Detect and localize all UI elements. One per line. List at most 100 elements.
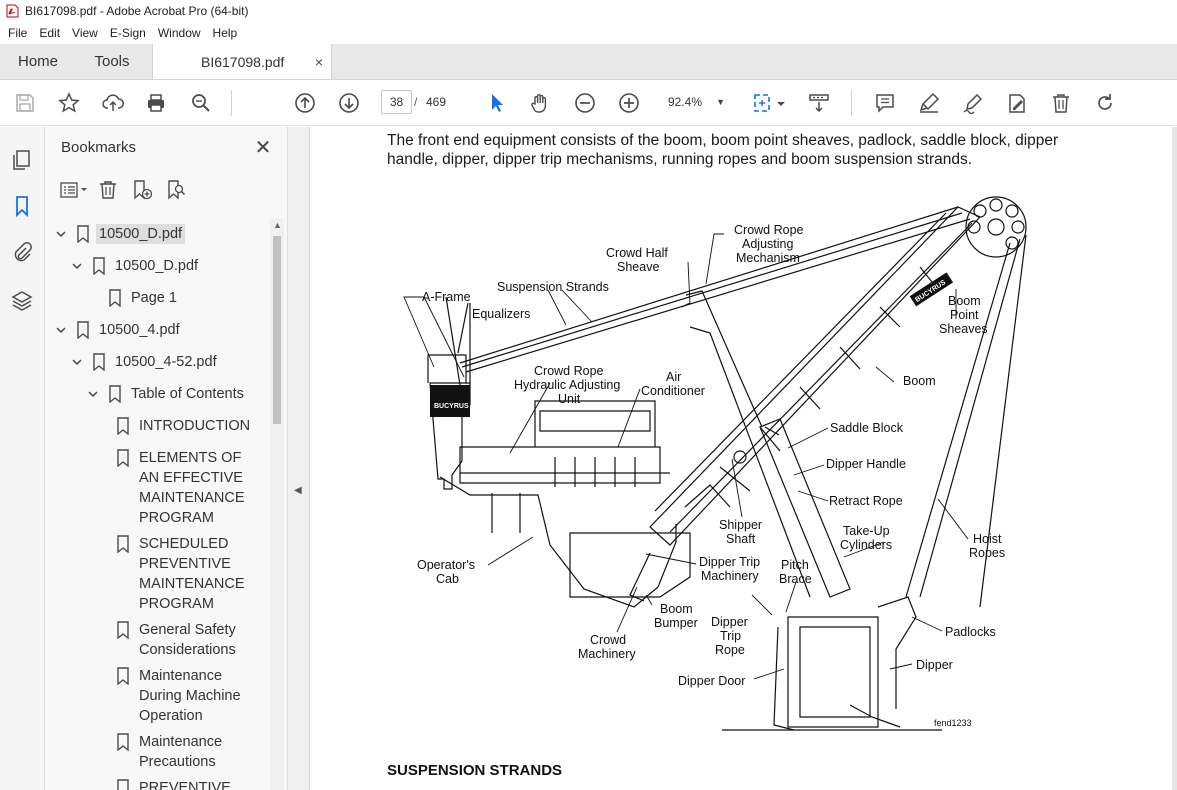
collapse-panel-icon[interactable]: ◀ (294, 485, 302, 496)
scroll-up-icon[interactable]: ▲ (273, 220, 282, 230)
layers-icon[interactable] (10, 289, 34, 313)
label-dipper-trip-rope-1: Dipper (711, 615, 748, 629)
label-retract-rope: Retract Rope (829, 494, 903, 508)
save-icon[interactable] (13, 91, 37, 115)
comment-icon[interactable] (873, 91, 897, 115)
select-icon[interactable] (485, 91, 509, 115)
window-title: BI617098.pdf - Adobe Acrobat Pro (64-bit… (25, 4, 249, 18)
bookmark-icon (77, 225, 89, 243)
tab-close-icon[interactable]: × (315, 54, 323, 70)
bookmark-item[interactable]: 10500_D.pdf (69, 256, 198, 276)
tab-bar: Home Tools BI617098.pdf × (0, 44, 1177, 80)
label-suspension-strands: Suspension Strands (497, 280, 609, 294)
sign-icon[interactable] (961, 91, 985, 115)
bookmark-icon (117, 449, 129, 467)
label-dipper-trip-machinery-1: Dipper Trip (699, 555, 760, 569)
chevron-down-icon[interactable] (85, 386, 101, 402)
tab-document-label: BI617098.pdf (201, 53, 285, 70)
bookmark-item[interactable]: SCHEDULED PREVENTIVE MAINTENANCE PROGRAM (101, 534, 264, 614)
bookmark-item[interactable]: Maintenance During Machine Operation (101, 666, 264, 726)
bookmark-options-icon[interactable] (59, 178, 89, 202)
menu-window[interactable]: Window (152, 26, 207, 40)
bookmark-item[interactable]: Table of Contents (85, 384, 244, 404)
label-boom-point-sheaves-3: Sheaves (939, 322, 988, 336)
bookmark-label: PREVENTIVE (139, 780, 231, 790)
menu-help[interactable]: Help (207, 26, 244, 40)
bookmarks-tree: 10500_D.pdf 10500_D.pdf Page 1 10500_4.pdf 1… (53, 218, 273, 790)
bookmark-icon (117, 535, 129, 553)
find-icon[interactable] (189, 91, 213, 115)
bookmark-icon (93, 353, 105, 371)
menu-esign[interactable]: E-Sign (104, 26, 152, 40)
chevron-down-icon[interactable] (69, 354, 85, 370)
menu-view[interactable]: View (66, 26, 104, 40)
bookmarks-panel: Bookmarks ✕ 10500_D.pdf 10500_D.pdf Page 1… (45, 127, 288, 790)
zoom-select[interactable]: 92.4% ▼ (661, 90, 729, 114)
bookmark-item[interactable]: 10500_4.pdf (53, 320, 180, 340)
menu-file[interactable]: File (2, 26, 33, 40)
tab-tools[interactable]: Tools (76, 44, 148, 79)
delete-bookmark-icon[interactable] (93, 178, 123, 202)
shovel-front-end-diagram: BUCYRUS BUCYRUS Crowd Rope Adjusting Mec… (403, 196, 1027, 731)
close-icon[interactable]: ✕ (253, 135, 273, 160)
pages-icon[interactable] (10, 148, 34, 172)
label-air-conditioner-2: Conditioner (641, 384, 705, 398)
left-navigation-rail (0, 127, 45, 790)
bookmarks-icon[interactable] (10, 194, 34, 218)
chevron-down-icon[interactable] (53, 322, 69, 338)
edit-icon[interactable] (1005, 91, 1029, 115)
section-heading: SUSPENSION STRANDS (387, 762, 563, 779)
highlight-icon[interactable] (917, 91, 941, 115)
label-hoist-ropes-1: Hoist (973, 532, 1002, 546)
find-bookmark-icon[interactable] (161, 178, 191, 202)
page-separator: / (414, 95, 418, 109)
scroll-mode-icon[interactable] (807, 91, 831, 115)
menu-edit[interactable]: Edit (33, 26, 66, 40)
bookmark-item[interactable]: 10500_4-52.pdf (69, 352, 217, 372)
toolbar-separator (851, 90, 852, 116)
label-crowd-rope-adjusting-3: Mechanism (736, 251, 800, 265)
label-take-up-cylinders-2: Cylinders (840, 538, 892, 552)
next-page-icon[interactable] (337, 91, 361, 115)
bookmark-item[interactable]: General Safety Considerations (101, 620, 264, 660)
bookmark-label: Maintenance During Machine Operation (139, 668, 241, 724)
tab-home[interactable]: Home (0, 44, 76, 79)
label-shipper-shaft-2: Shaft (726, 532, 756, 546)
label-shipper-shaft-1: Shipper (719, 518, 762, 532)
delete-icon[interactable] (1049, 91, 1073, 115)
document-right-edge (1172, 127, 1177, 790)
bookmark-item[interactable]: 10500_D.pdf (53, 224, 186, 244)
label-crowd-rope-adjusting-1: Crowd Rope (734, 223, 804, 237)
upload-icon[interactable] (101, 91, 125, 115)
bookmarks-scrollbar[interactable]: ▲ (270, 218, 284, 790)
bookmark-label: 10500_4-52.pdf (115, 354, 217, 370)
hand-icon[interactable] (528, 91, 552, 115)
chevron-down-icon[interactable] (69, 258, 85, 274)
tab-document[interactable]: BI617098.pdf × (152, 44, 332, 79)
print-icon[interactable] (144, 91, 168, 115)
label-crowd-half-sheave-1: Crowd Half (606, 246, 668, 260)
bookmark-item[interactable]: Maintenance Precautions (101, 732, 264, 772)
fit-page-icon[interactable] (751, 91, 787, 115)
bookmark-item[interactable]: ELEMENTS OF AN EFFECTIVE MAINTENANCE PRO… (101, 448, 264, 528)
bookmark-item[interactable]: PREVENTIVE (101, 778, 264, 790)
chevron-down-icon[interactable] (53, 226, 69, 242)
zoom-in-icon[interactable] (617, 91, 641, 115)
bookmark-star-icon[interactable] (57, 91, 81, 115)
label-dipper-handle: Dipper Handle (826, 457, 906, 471)
attachments-icon[interactable] (10, 240, 34, 264)
new-bookmark-icon[interactable] (127, 178, 157, 202)
zoom-out-icon[interactable] (573, 91, 597, 115)
label-air-conditioner-1: Air (666, 370, 681, 384)
current-page-input[interactable]: 38 (381, 90, 412, 114)
label-operators-cab-2: Cab (436, 572, 459, 586)
scrollbar-thumb[interactable] (273, 236, 281, 424)
prev-page-icon[interactable] (293, 91, 317, 115)
label-dipper-trip-machinery-2: Machinery (701, 569, 759, 583)
panel-collapse-strip: ◀ (288, 127, 310, 790)
bookmark-item[interactable]: Page 1 (85, 288, 177, 308)
label-crowd-machinery-1: Crowd (590, 633, 626, 647)
rotate-icon[interactable] (1093, 91, 1117, 115)
bookmark-item[interactable]: INTRODUCTION (101, 416, 264, 436)
